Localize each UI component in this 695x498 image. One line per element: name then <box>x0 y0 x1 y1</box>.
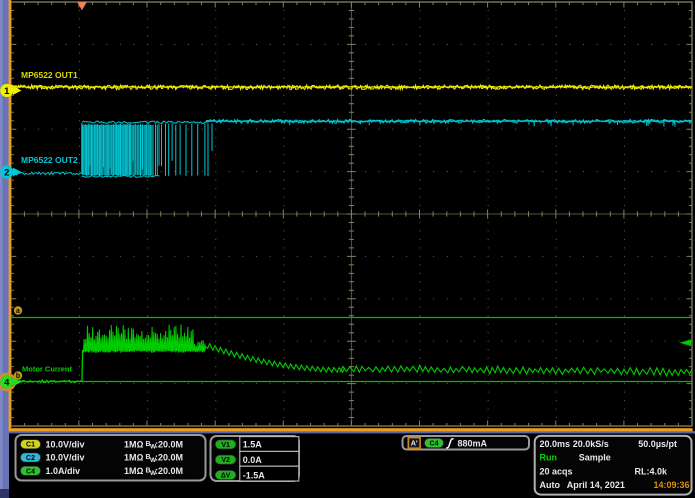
svg-text:C4: C4 <box>430 441 439 448</box>
svg-text:20.0ms: 20.0ms <box>540 439 571 449</box>
svg-text:MP6522 OUT2: MP6522 OUT2 <box>21 155 78 165</box>
svg-text:10.0V/div: 10.0V/div <box>46 439 85 449</box>
svg-text:14:09:36: 14:09:36 <box>654 480 690 490</box>
svg-text:20.0kS/s: 20.0kS/s <box>573 439 609 449</box>
svg-text:880mA: 880mA <box>458 439 488 449</box>
svg-text:10.0V/div: 10.0V/div <box>46 453 85 463</box>
svg-text:A': A' <box>411 439 418 448</box>
svg-text:Motor Current: Motor Current <box>22 365 72 374</box>
svg-text:MP6522 OUT1: MP6522 OUT1 <box>21 70 78 80</box>
svg-text:1.5A: 1.5A <box>243 440 263 450</box>
svg-text:Run: Run <box>540 453 558 463</box>
svg-text:b: b <box>16 373 20 380</box>
svg-text::20.0M: :20.0M <box>155 466 183 476</box>
svg-text:Sample: Sample <box>579 453 611 463</box>
svg-text:4: 4 <box>4 377 10 388</box>
svg-text:1MΩ: 1MΩ <box>124 439 144 449</box>
svg-text:C2: C2 <box>26 455 35 462</box>
svg-text:Auto: Auto <box>540 480 561 490</box>
svg-text::20.0M: :20.0M <box>155 453 183 463</box>
svg-text:ΔV: ΔV <box>221 473 231 480</box>
svg-text:RL:4.0k: RL:4.0k <box>635 466 669 476</box>
svg-text:V1: V1 <box>221 442 230 449</box>
svg-text::20.0M: :20.0M <box>155 439 183 449</box>
svg-text:20 acqs: 20 acqs <box>540 466 573 476</box>
svg-text:1MΩ: 1MΩ <box>124 453 144 463</box>
svg-text:1MΩ: 1MΩ <box>124 466 144 476</box>
svg-text:0.0A: 0.0A <box>243 455 263 465</box>
svg-text:C4: C4 <box>26 468 35 475</box>
svg-text:1: 1 <box>4 86 10 97</box>
svg-text:April 14, 2021: April 14, 2021 <box>567 480 625 490</box>
svg-text:-1.5A: -1.5A <box>243 470 266 480</box>
svg-text:50.0µs/pt: 50.0µs/pt <box>638 439 677 449</box>
svg-text:C1: C1 <box>26 442 35 449</box>
svg-text:1.0A/div: 1.0A/div <box>46 466 81 476</box>
svg-text:V2: V2 <box>221 457 230 464</box>
svg-text:2: 2 <box>4 167 9 178</box>
svg-text:a: a <box>16 308 20 315</box>
